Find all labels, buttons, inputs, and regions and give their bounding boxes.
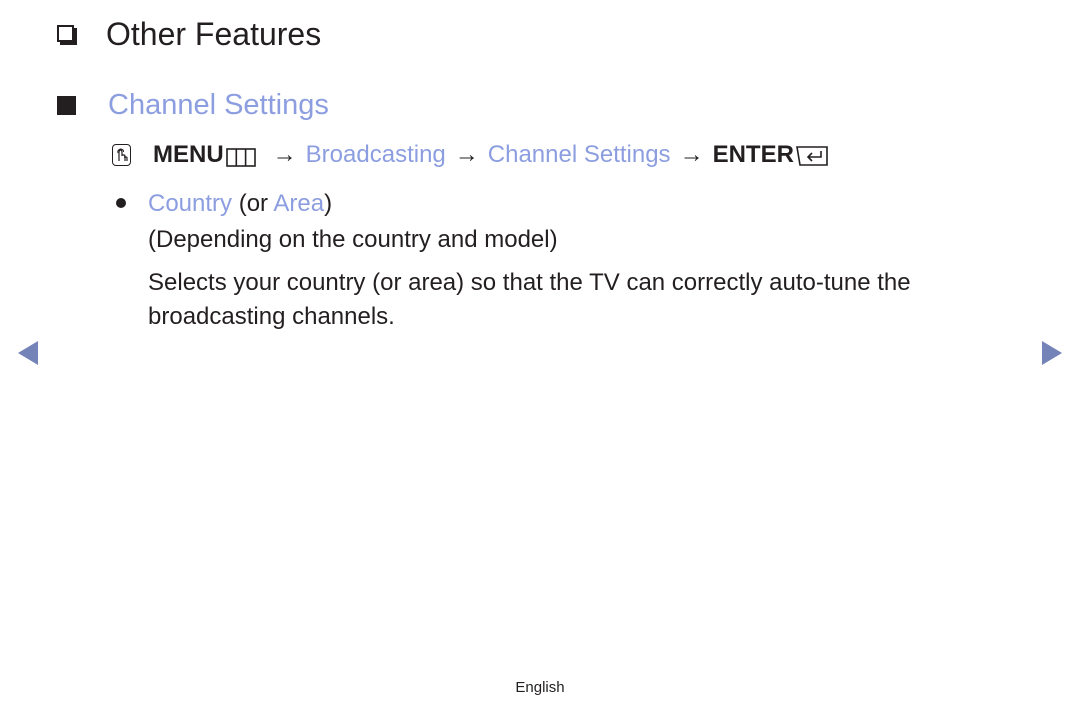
hand-press-icon (112, 144, 131, 166)
hollow-square-icon (57, 25, 74, 42)
item-description: Selects your country (or area) so that t… (148, 269, 911, 330)
path-arrow: → (272, 141, 297, 168)
triangle-right-icon[interactable] (1042, 341, 1062, 365)
enter-label: ENTER (712, 141, 794, 168)
item-name: Country (148, 190, 233, 217)
path-arrow: → (679, 141, 704, 168)
menu-grid-icon (225, 146, 256, 167)
item-note: (Depending on the country and model) (148, 226, 558, 253)
menu-label: MENU (153, 141, 224, 168)
path-step-broadcasting: Broadcasting (305, 141, 446, 168)
filled-square-icon (57, 96, 76, 115)
enter-return-icon (795, 145, 828, 166)
footer-language: English (515, 679, 565, 696)
menu-path: MENU → Broadcasting → Channel Settings →… (112, 141, 828, 169)
item-connector-close: ) (324, 190, 333, 217)
section-title: Channel Settings (108, 89, 329, 121)
page-title: Other Features (106, 16, 322, 52)
item-alt-name: Area (273, 190, 325, 217)
path-arrow: → (454, 141, 479, 168)
triangle-left-icon[interactable] (18, 341, 38, 365)
bullet-dot-icon (116, 198, 126, 208)
item-heading: Country (or Area) (148, 190, 332, 218)
item-connector: (or (232, 190, 274, 217)
path-step-channel-settings: Channel Settings (487, 141, 671, 168)
